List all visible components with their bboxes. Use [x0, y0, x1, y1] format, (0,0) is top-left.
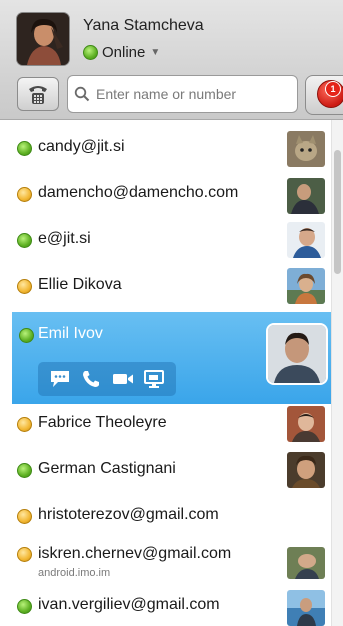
video-call-button[interactable] [110, 368, 136, 390]
account-header: Yana Stamcheva Online ▼ 1 [0, 0, 343, 120]
contact-row[interactable]: hristoterezov@gmail.com [0, 494, 331, 540]
contact-name: candy@jit.si [38, 138, 125, 155]
contact-avatar [287, 406, 325, 442]
status-label: Online [102, 44, 146, 61]
contact-name: ivan.vergiliev@gmail.com [38, 596, 220, 613]
contact-row-selected[interactable]: Emil Ivov [12, 312, 331, 404]
away-status-icon [17, 547, 32, 562]
away-status-icon [17, 417, 32, 432]
contact-row[interactable]: candy@jit.si [0, 126, 331, 172]
contact-row[interactable]: Ellie Dikova [0, 264, 331, 310]
contact-name: Ellie Dikova [38, 276, 122, 293]
desktop-share-button[interactable] [141, 368, 167, 390]
search-icon [74, 86, 90, 102]
online-status-icon [17, 463, 32, 478]
chevron-down-icon: ▼ [150, 47, 161, 58]
contact-avatar [287, 178, 325, 214]
call-button[interactable] [78, 368, 104, 390]
contact-name: iskren.chernev@gmail.com [38, 545, 232, 562]
contact-avatar [287, 590, 325, 626]
contact-name: Emil Ivov [38, 325, 103, 342]
contact-avatar [287, 547, 325, 579]
contact-subtitle: android.imo.im [38, 567, 111, 579]
contact-avatar [268, 325, 326, 383]
contact-name: damencho@damencho.com [38, 184, 239, 201]
video-call-icon [112, 374, 133, 384]
contact-row[interactable]: e@jit.si [0, 218, 331, 264]
contact-avatar [287, 131, 325, 167]
status-selector[interactable]: Online ▼ [83, 44, 160, 61]
online-status-icon [17, 233, 32, 248]
online-status-icon [17, 141, 32, 156]
contact-row[interactable]: damencho@damencho.com [0, 172, 331, 218]
away-status-icon [17, 509, 32, 524]
chat-icon [50, 371, 69, 387]
dialpad-phone-icon [29, 86, 47, 104]
online-status-icon [19, 328, 34, 343]
notifications-button[interactable]: 1 [305, 75, 343, 115]
call-icon [83, 371, 100, 387]
away-status-icon [17, 187, 32, 202]
desktop-share-icon [144, 370, 165, 388]
notification-count-badge: 1 [325, 81, 341, 97]
contact-name: hristoterezov@gmail.com [38, 506, 219, 523]
contact-name: Fabrice Theoleyre [38, 414, 167, 431]
contact-list-scrollbar[interactable] [331, 120, 343, 626]
green-status-dot [83, 45, 98, 60]
contact-row[interactable]: iskren.chernev@gmail.com android.imo.im [0, 540, 331, 584]
contact-name: e@jit.si [38, 230, 91, 247]
contact-name: German Castignani [38, 460, 176, 477]
search-box[interactable] [67, 75, 298, 113]
contact-actions-bar [38, 362, 176, 396]
online-status-icon [17, 599, 32, 614]
dialpad-button[interactable] [17, 77, 59, 111]
account-name: Yana Stamcheva [83, 17, 204, 34]
account-avatar[interactable] [17, 13, 69, 65]
contact-avatar [287, 222, 325, 258]
scrollbar-thumb[interactable] [334, 150, 341, 274]
away-status-icon [17, 279, 32, 294]
search-input[interactable] [94, 85, 288, 103]
contact-row[interactable]: ivan.vergiliev@gmail.com [0, 585, 331, 626]
chat-button[interactable] [47, 368, 73, 390]
contact-avatar [287, 268, 325, 304]
contact-row[interactable]: Fabrice Theoleyre [0, 402, 331, 448]
contact-avatar [287, 452, 325, 488]
contact-row[interactable]: German Castignani [0, 448, 331, 494]
